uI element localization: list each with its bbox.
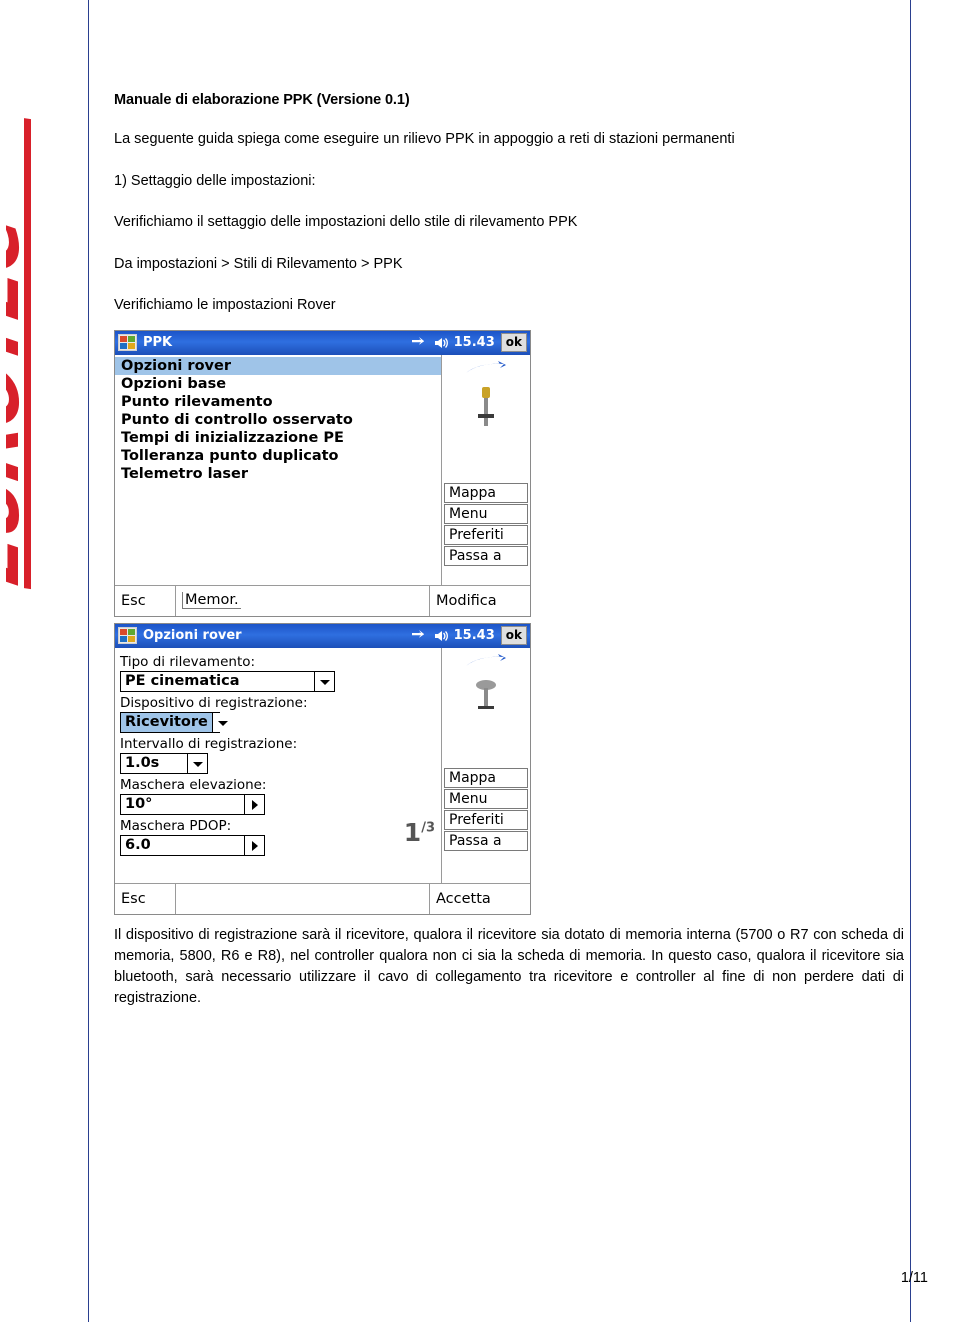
combo-tipo-rilevamento[interactable]: PE cinematica [120,670,335,692]
label-maschera-pdop: Maschera PDOP: [120,817,232,834]
memor-button-wrap: Memor. [176,586,429,616]
label-tipo-rilevamento: Tipo di rilevamento: [120,653,256,670]
combo-dispositivo-registrazione-value: Ricevitore [121,712,212,732]
rover-check-text: Verifichiamo le impostazioni Rover [114,297,336,314]
rover-antenna-icon [476,679,496,709]
combo-maschera-elevazione[interactable]: 10° [120,793,265,815]
ppk-side-panel: Mappa Menu Preferiti Passa a [442,354,530,585]
combo-maschera-elevazione-value: 10° [125,796,153,813]
rover-body: Tipo di rilevamento: PE cinematica Dispo… [115,647,530,883]
step-1-detail: Verifichiamo il settaggio delle impostaz… [114,214,578,231]
screenshot-opzioni-rover: Opzioni rover 15.43 ok Tipo di rilevamen… [114,622,531,915]
label-maschera-elevazione: Maschera elevazione: [120,776,267,793]
ppk-ok-button[interactable]: ok [500,333,527,353]
page-border-right [910,0,911,1322]
volume-icon [434,630,448,641]
combo-maschera-pdop[interactable]: 6.0 [120,834,265,856]
step-1-heading: 1) Settaggio delle impostazioni: [114,172,316,189]
chevron-down-icon[interactable] [211,712,232,732]
ppk-menu-panel: Opzioni rover Opzioni base Punto rilevam… [115,354,442,585]
svg-text:EUROTEC: EUROTEC [6,210,36,589]
gps-antenna-icon [478,386,494,426]
signal-arrow-icon [466,653,506,666]
memor-button[interactable]: Memor. [182,592,241,610]
rover-title-text: Opzioni rover [143,628,242,644]
windows-start-icon[interactable] [118,334,137,352]
side-button-menu[interactable]: Menu [444,503,528,524]
page-indicator: 1/3 [404,818,435,847]
volume-icon [434,337,448,348]
closing-paragraph: Il dispositivo di registrazione sarà il … [114,926,904,1006]
esc-button[interactable]: Esc [115,585,176,616]
rover-form-panel: Tipo di rilevamento: PE cinematica Dispo… [115,647,442,883]
combo-intervallo-registrazione[interactable]: 1.0s [120,752,208,774]
side-button-preferiti[interactable]: Preferiti [444,524,528,545]
rover-titlebar: Opzioni rover 15.43 ok [115,623,530,648]
intro-paragraph: La seguente guida spiega come eseguire u… [114,131,735,147]
combo-maschera-pdop-value: 6.0 [125,837,151,854]
rover-ok-button[interactable]: ok [500,626,527,646]
page-indicator-total: /3 [421,820,435,836]
windows-start-icon[interactable] [118,627,137,645]
connection-icon [411,629,424,638]
page-indicator-current: 1 [403,817,422,847]
side-button-passa-a[interactable]: Passa a [444,545,528,566]
rover-side-panel: Mappa Menu Preferiti Passa a [442,647,530,883]
combo-tipo-rilevamento-value: PE cinematica [125,673,240,690]
rover-form: Tipo di rilevamento: PE cinematica Dispo… [115,648,441,883]
combo-intervallo-registrazione-value: 1.0s [125,755,160,772]
eurotec-logo: EUROTEC [6,60,88,620]
esc-button[interactable]: Esc [115,883,176,914]
menu-item-punto-rilevamento[interactable]: Punto rilevamento [115,393,441,411]
menu-item-opzioni-base[interactable]: Opzioni base [115,375,441,393]
chevron-down-icon[interactable] [187,753,207,773]
side-button-menu[interactable]: Menu [444,788,528,809]
side-button-preferiti[interactable]: Preferiti [444,809,528,830]
page-title: Manuale di elaborazione PPK (Versione 0.… [114,92,410,108]
chevron-right-icon[interactable] [244,794,264,814]
connection-icon [411,336,424,345]
signal-arrow-icon [466,360,506,373]
footer-spacer [176,884,429,914]
page-border-left [88,0,89,1322]
menu-item-opzioni-rover[interactable]: Opzioni rover [115,356,441,375]
menu-item-tempi-inizializzazione-pe[interactable]: Tempi di inizializzazione PE [115,429,441,447]
screenshot-ppk-menu: PPK 15.43 ok Opzioni rover Opzioni base … [114,329,531,617]
ppk-menu-list: Opzioni rover Opzioni base Punto rilevam… [115,355,441,585]
accetta-button[interactable]: Accetta [429,883,530,914]
chevron-down-icon[interactable] [314,671,334,691]
chevron-right-icon[interactable] [244,835,264,855]
combo-dispositivo-registrazione[interactable]: Ricevitore [120,711,232,733]
ppk-title-text: PPK [143,335,173,351]
settings-path: Da impostazioni > Stili di Rilevamento >… [114,255,403,272]
rover-clock: 15.43 [453,628,495,644]
ppk-footer: Esc Memor. Modifica [115,584,530,616]
document-content: Manuale di elaborazione PPK (Versione 0.… [114,0,904,1009]
ppk-body: Opzioni rover Opzioni base Punto rilevam… [115,354,530,585]
ppk-clock: 15.43 [453,335,495,351]
modifica-button[interactable]: Modifica [429,585,530,616]
side-button-mappa[interactable]: Mappa [444,482,528,503]
menu-item-punto-controllo-osservato[interactable]: Punto di controllo osservato [115,411,441,429]
label-dispositivo-registrazione: Dispositivo di registrazione: [120,694,308,711]
menu-item-tolleranza-punto-duplicato[interactable]: Tolleranza punto duplicato [115,447,441,465]
side-button-passa-a[interactable]: Passa a [444,830,528,851]
ppk-statusbar-icons [411,336,448,350]
rover-footer: Esc Accetta [115,882,530,914]
rover-statusbar-icons [411,629,448,643]
menu-item-telemetro-laser[interactable]: Telemetro laser [115,465,441,483]
ppk-titlebar: PPK 15.43 ok [115,330,530,355]
side-button-mappa[interactable]: Mappa [444,767,528,788]
page-number: 1/11 [900,1270,928,1286]
label-intervallo-registrazione: Intervallo di registrazione: [120,735,298,752]
